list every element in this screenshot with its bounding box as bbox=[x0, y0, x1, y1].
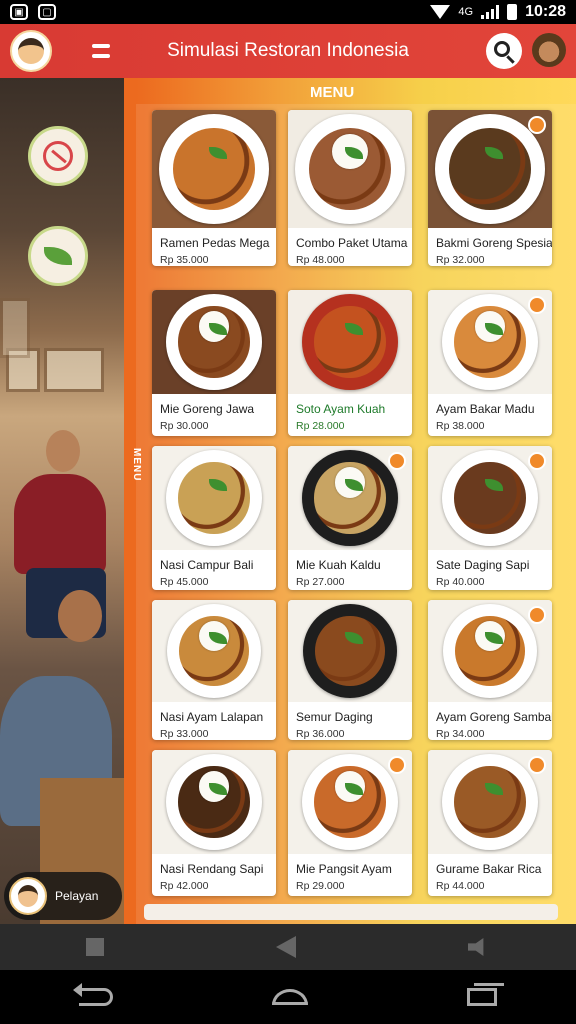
app-bar: Simulasi Restoran Indonesia bbox=[0, 24, 576, 78]
leaf-filter-button[interactable] bbox=[28, 226, 88, 286]
menu-item-price: Rp 33.000 bbox=[160, 728, 209, 740]
menu-toggle-icon[interactable] bbox=[92, 44, 110, 58]
menu-item-name: Nasi Ayam Lalapan bbox=[160, 710, 264, 724]
menu-item-name: Mie Kuah Kaldu bbox=[296, 558, 381, 572]
home-icon[interactable] bbox=[271, 989, 308, 1005]
restaurant-photo: Pelayan bbox=[0, 78, 126, 924]
menu-item-image bbox=[152, 446, 276, 550]
menu-item-price: Rp 30.000 bbox=[160, 420, 209, 432]
menu-item-image bbox=[152, 750, 276, 854]
menu-item-price: Rp 42.000 bbox=[160, 880, 209, 892]
logo-icon[interactable] bbox=[10, 30, 52, 72]
badge-icon bbox=[528, 296, 546, 314]
menu-panel: MENU MENU Ramen Pedas Mega Rp 35.000 Combo… bbox=[124, 78, 576, 924]
leaf-filter-icon bbox=[44, 247, 72, 265]
badge-icon bbox=[528, 756, 546, 774]
user-chip[interactable]: Pelayan bbox=[4, 872, 122, 920]
menu-item-price: Rp 48.000 bbox=[296, 254, 345, 266]
menu-item-name: Nasi Campur Bali bbox=[160, 558, 254, 572]
menu-item-name: Mie Goreng Jawa bbox=[160, 402, 255, 416]
menu-item-price: Rp 35.000 bbox=[160, 254, 209, 266]
noodle-filter-icon bbox=[43, 141, 73, 171]
app-nav-bar bbox=[0, 924, 576, 970]
menu-item-name: Sate Daging Sapi bbox=[436, 558, 530, 572]
menu-item-image bbox=[152, 290, 276, 394]
app-notification-icon: ▢ bbox=[38, 4, 56, 20]
search-icon bbox=[494, 41, 510, 57]
badge-icon bbox=[388, 452, 406, 470]
menu-item-card[interactable]: Mie Kuah Kaldu Rp 27.000 bbox=[288, 446, 412, 590]
menu-item-price: Rp 32.000 bbox=[436, 254, 485, 266]
menu-side-label: MENU bbox=[131, 448, 142, 482]
menu-item-card[interactable]: Combo Paket Utama Rp 48.000 bbox=[288, 110, 412, 266]
menu-item-price: Rp 36.000 bbox=[296, 728, 345, 740]
menu-item-price: Rp 29.000 bbox=[296, 880, 345, 892]
menu-item-price: Rp 28.000 bbox=[296, 420, 345, 432]
scroll-indicator[interactable] bbox=[144, 904, 558, 920]
menu-item-card[interactable]: Mie Pangsit Ayam Rp 29.000 bbox=[288, 750, 412, 896]
battery-icon bbox=[507, 4, 518, 20]
menu-item-card[interactable]: Nasi Rendang Sapi Rp 42.000 bbox=[152, 750, 276, 896]
menu-item-card[interactable]: Semur Daging Rp 36.000 bbox=[288, 600, 412, 740]
profile-avatar[interactable] bbox=[532, 33, 566, 67]
menu-item-card[interactable]: Ayam Bakar Madu Rp 38.000 bbox=[428, 290, 552, 436]
menu-item-image bbox=[152, 600, 276, 702]
menu-item-price: Rp 45.000 bbox=[160, 576, 209, 588]
menu-item-image bbox=[152, 110, 276, 228]
menu-item-card[interactable]: Soto Ayam Kuah Rp 28.000 bbox=[288, 290, 412, 436]
menu-item-image bbox=[288, 110, 412, 228]
menu-item-price: Rp 34.000 bbox=[436, 728, 485, 740]
signal-icon bbox=[481, 5, 500, 19]
menu-item-card[interactable]: Bakmi Goreng Spesial Rp 32.000 bbox=[428, 110, 552, 266]
badge-icon bbox=[528, 606, 546, 624]
menu-item-name: Soto Ayam Kuah bbox=[296, 402, 386, 416]
stop-icon[interactable] bbox=[86, 938, 104, 956]
badge-icon bbox=[388, 756, 406, 774]
menu-item-card[interactable]: Mie Goreng Jawa Rp 30.000 bbox=[152, 290, 276, 436]
menu-item-name: Ramen Pedas Mega bbox=[160, 236, 270, 250]
menu-item-name: Gurame Bakar Rica bbox=[436, 862, 542, 876]
menu-item-price: Rp 27.000 bbox=[296, 576, 345, 588]
menu-item-card[interactable]: Ramen Pedas Mega Rp 35.000 bbox=[152, 110, 276, 266]
menu-item-name: Ayam Goreng Sambal bbox=[436, 710, 552, 724]
user-chip-label: Pelayan bbox=[55, 889, 99, 903]
menu-item-name: Nasi Rendang Sapi bbox=[160, 862, 264, 876]
menu-item-name: Bakmi Goreng Spesial bbox=[436, 236, 552, 250]
menu-item-card[interactable]: Ayam Goreng Sambal Rp 34.000 bbox=[428, 600, 552, 740]
clock: 10:28 bbox=[525, 3, 566, 20]
menu-item-name: Mie Pangsit Ayam bbox=[296, 862, 392, 876]
menu-item-card[interactable]: Gurame Bakar Rica Rp 44.000 bbox=[428, 750, 552, 896]
menu-item-name: Semur Daging bbox=[296, 710, 373, 724]
user-avatar bbox=[9, 877, 47, 915]
status-bar: ▣ ▢ 4G 10:28 bbox=[0, 0, 576, 24]
menu-item-card[interactable]: Sate Daging Sapi Rp 40.000 bbox=[428, 446, 552, 590]
system-nav-bar bbox=[0, 970, 576, 1024]
menu-item-name: Combo Paket Utama bbox=[296, 236, 408, 250]
sound-icon[interactable] bbox=[468, 938, 484, 956]
menu-item-card[interactable]: Nasi Campur Bali Rp 45.000 bbox=[152, 446, 276, 590]
app-screen: ▣ ▢ 4G 10:28 Simulasi Restoran Indonesia bbox=[0, 0, 576, 1024]
menu-item-card[interactable]: Nasi Ayam Lalapan Rp 33.000 bbox=[152, 600, 276, 740]
menu-item-name: Ayam Bakar Madu bbox=[436, 402, 535, 416]
search-button[interactable] bbox=[486, 33, 522, 69]
menu-item-price: Rp 40.000 bbox=[436, 576, 485, 588]
menu-item-image bbox=[288, 290, 412, 394]
badge-icon bbox=[528, 452, 546, 470]
network-type: 4G bbox=[458, 6, 474, 18]
notification-icon: ▣ bbox=[10, 4, 28, 20]
menu-item-price: Rp 38.000 bbox=[436, 420, 485, 432]
noodle-filter-button[interactable] bbox=[28, 126, 88, 186]
wifi-icon bbox=[430, 5, 451, 19]
previous-icon[interactable] bbox=[276, 936, 296, 958]
menu-item-image bbox=[288, 600, 412, 702]
menu-item-price: Rp 44.000 bbox=[436, 880, 485, 892]
menu-heading: MENU bbox=[310, 84, 355, 101]
badge-icon bbox=[528, 116, 546, 134]
back-icon[interactable] bbox=[73, 983, 114, 1006]
recents-icon[interactable] bbox=[466, 983, 504, 1006]
